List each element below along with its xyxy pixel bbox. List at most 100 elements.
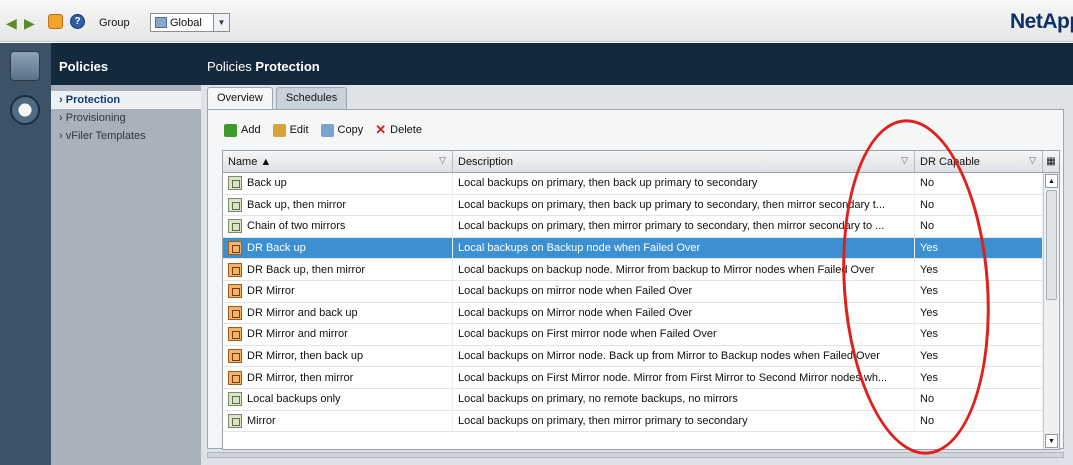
forward-arrow-icon[interactable]: ▶ xyxy=(24,16,35,30)
column-config-icon[interactable]: ▦ xyxy=(1043,151,1059,172)
filter-icon[interactable]: ▽ xyxy=(901,155,908,166)
table-row[interactable]: Back up Local backups on primary, then ba… xyxy=(223,173,1059,195)
cell-name: DR Mirror, then back up xyxy=(223,345,453,367)
table-row[interactable]: DR Mirror, then mirror Local backups on F… xyxy=(223,367,1059,389)
dr-policy-icon xyxy=(228,241,242,256)
table-row[interactable]: Mirror Local backups on primary, then mir… xyxy=(223,410,1059,433)
table-row[interactable]: DR Mirror and back up Local backups on Mi… xyxy=(223,302,1059,325)
policy-name: DR Back up, then mirror xyxy=(247,263,365,276)
delete-icon: ✕ xyxy=(375,122,387,137)
nav-item-vfiler-templates[interactable]: › vFiler Templates xyxy=(51,127,201,145)
dashboard-gauge-icon[interactable] xyxy=(10,95,40,125)
splitter-handle[interactable] xyxy=(207,452,1064,458)
cell-description: Local backups on primary, then mirror pr… xyxy=(453,410,915,432)
dr-policy-icon xyxy=(228,305,242,320)
edit-button[interactable]: Edit xyxy=(272,123,309,137)
policy-name: DR Mirror xyxy=(247,285,295,298)
table-row[interactable]: DR Mirror Local backups on mirror node wh… xyxy=(223,280,1059,303)
delete-button[interactable]: ✕ Delete xyxy=(375,122,422,138)
cell-name: Back up, then mirror xyxy=(223,194,453,216)
cell-description: Local backups on primary, then back up p… xyxy=(453,173,915,194)
table-row[interactable]: Local backups only Local backups on prima… xyxy=(223,388,1059,411)
column-header-name[interactable]: Name ▲ ▽ xyxy=(223,151,453,172)
scroll-down-icon[interactable]: ▼ xyxy=(1045,434,1058,448)
cell-dr-capable: Yes xyxy=(915,345,1043,367)
cell-dr-capable: No xyxy=(915,410,1043,432)
group-label: Group xyxy=(99,17,130,29)
cell-dr-capable: Yes xyxy=(915,367,1043,388)
cell-name: Back up xyxy=(223,173,453,194)
table-header: Name ▲ ▽ Description ▽ DR Capable ▽ ▦ xyxy=(223,151,1059,173)
scroll-up-icon[interactable]: ▲ xyxy=(1045,174,1058,188)
page-title-prefix: Policies xyxy=(207,59,252,74)
cell-dr-capable: Yes xyxy=(915,280,1043,302)
add-icon xyxy=(224,123,237,137)
policy-name: DR Mirror, then mirror xyxy=(247,371,354,384)
dr-policy-icon xyxy=(228,370,242,385)
policy-name: Chain of two mirrors xyxy=(247,220,346,233)
table-row[interactable]: DR Back up, then mirror Local backups on … xyxy=(223,259,1059,281)
cell-dr-capable: No xyxy=(915,216,1043,237)
cell-description: Local backups on primary, then mirror pr… xyxy=(453,216,915,237)
cell-dr-capable: Yes xyxy=(915,259,1043,280)
cell-description: Local backups on First Mirror node. Mirr… xyxy=(453,367,915,388)
column-name-label: Name ▲ xyxy=(228,155,272,168)
copy-button[interactable]: Copy xyxy=(320,123,364,137)
cell-name: DR Mirror xyxy=(223,280,453,302)
table-body: Back up Local backups on primary, then ba… xyxy=(223,173,1059,433)
cell-name: Local backups only xyxy=(223,388,453,410)
table-row[interactable]: DR Mirror, then back up Local backups on … xyxy=(223,345,1059,368)
cell-description: Local backups on First mirror node when … xyxy=(453,324,915,345)
copy-icon xyxy=(320,123,334,137)
edit-label: Edit xyxy=(289,124,309,136)
home-icon[interactable] xyxy=(48,14,63,29)
page-title: Policies Protection xyxy=(201,43,1073,85)
top-toolbar: ◀ ▶ ? Group Global ▼ NetApp xyxy=(0,0,1073,42)
policy-icon xyxy=(228,176,242,191)
filter-icon[interactable]: ▽ xyxy=(1029,155,1036,166)
column-header-description[interactable]: Description ▽ xyxy=(453,151,915,172)
cell-name: Chain of two mirrors xyxy=(223,216,453,237)
chevron-down-icon[interactable]: ▼ xyxy=(213,14,229,31)
policy-name: DR Mirror and back up xyxy=(247,306,358,319)
policy-name: DR Mirror, then back up xyxy=(247,350,364,363)
back-arrow-icon[interactable]: ◀ xyxy=(6,16,17,30)
table-row[interactable]: DR Mirror and mirror Local backups on Fir… xyxy=(223,324,1059,346)
column-description-label: Description xyxy=(458,155,514,168)
delete-label: Delete xyxy=(390,124,422,136)
cell-name: DR Mirror, then mirror xyxy=(223,367,453,388)
cell-name: DR Back up, then mirror xyxy=(223,259,453,280)
table-row[interactable]: DR Back up Local backups on Backup node w… xyxy=(223,237,1059,260)
policy-name: Local backups only xyxy=(247,393,341,406)
policy-name: Back up, then mirror xyxy=(247,198,347,211)
tab-bar: Overview Schedules xyxy=(207,87,350,109)
cell-description: Local backups on Mirror node when Failed… xyxy=(453,302,915,324)
action-toolbar: Add Edit Copy ✕ Delete xyxy=(224,122,422,138)
nav-panel: Policies › Protection › Provisioning › v… xyxy=(51,43,201,465)
tab-schedules[interactable]: Schedules xyxy=(275,87,348,109)
column-header-dr-capable[interactable]: DR Capable ▽ xyxy=(915,151,1043,172)
add-label: Add xyxy=(241,124,261,136)
help-icon[interactable]: ? xyxy=(70,14,85,29)
policy-icon xyxy=(228,392,242,407)
table-row[interactable]: Back up, then mirror Local backups on pri… xyxy=(223,194,1059,217)
nav-item-label: Provisioning xyxy=(65,112,126,124)
nav-item-label: vFiler Templates xyxy=(65,130,146,142)
add-button[interactable]: Add xyxy=(224,123,261,137)
tab-overview[interactable]: Overview xyxy=(207,87,273,109)
dr-policy-icon xyxy=(228,349,242,364)
table-row[interactable]: Chain of two mirrors Local backups on pri… xyxy=(223,216,1059,238)
cell-description: Local backups on backup node. Mirror fro… xyxy=(453,259,915,280)
filter-icon[interactable]: ▽ xyxy=(439,155,446,166)
policy-name: DR Back up xyxy=(247,242,306,255)
folder-icon[interactable] xyxy=(10,51,40,81)
nav-item-protection[interactable]: › Protection xyxy=(51,91,201,109)
group-value: Global xyxy=(170,16,202,29)
group-select[interactable]: Global ▼ xyxy=(150,13,230,32)
vertical-scrollbar[interactable]: ▲ ▼ xyxy=(1043,173,1059,449)
nav-item-provisioning[interactable]: › Provisioning xyxy=(51,109,201,127)
copy-label: Copy xyxy=(337,124,364,136)
scroll-thumb[interactable] xyxy=(1046,190,1057,300)
cell-dr-capable: Yes xyxy=(915,237,1043,259)
cell-name: Mirror xyxy=(223,410,453,432)
